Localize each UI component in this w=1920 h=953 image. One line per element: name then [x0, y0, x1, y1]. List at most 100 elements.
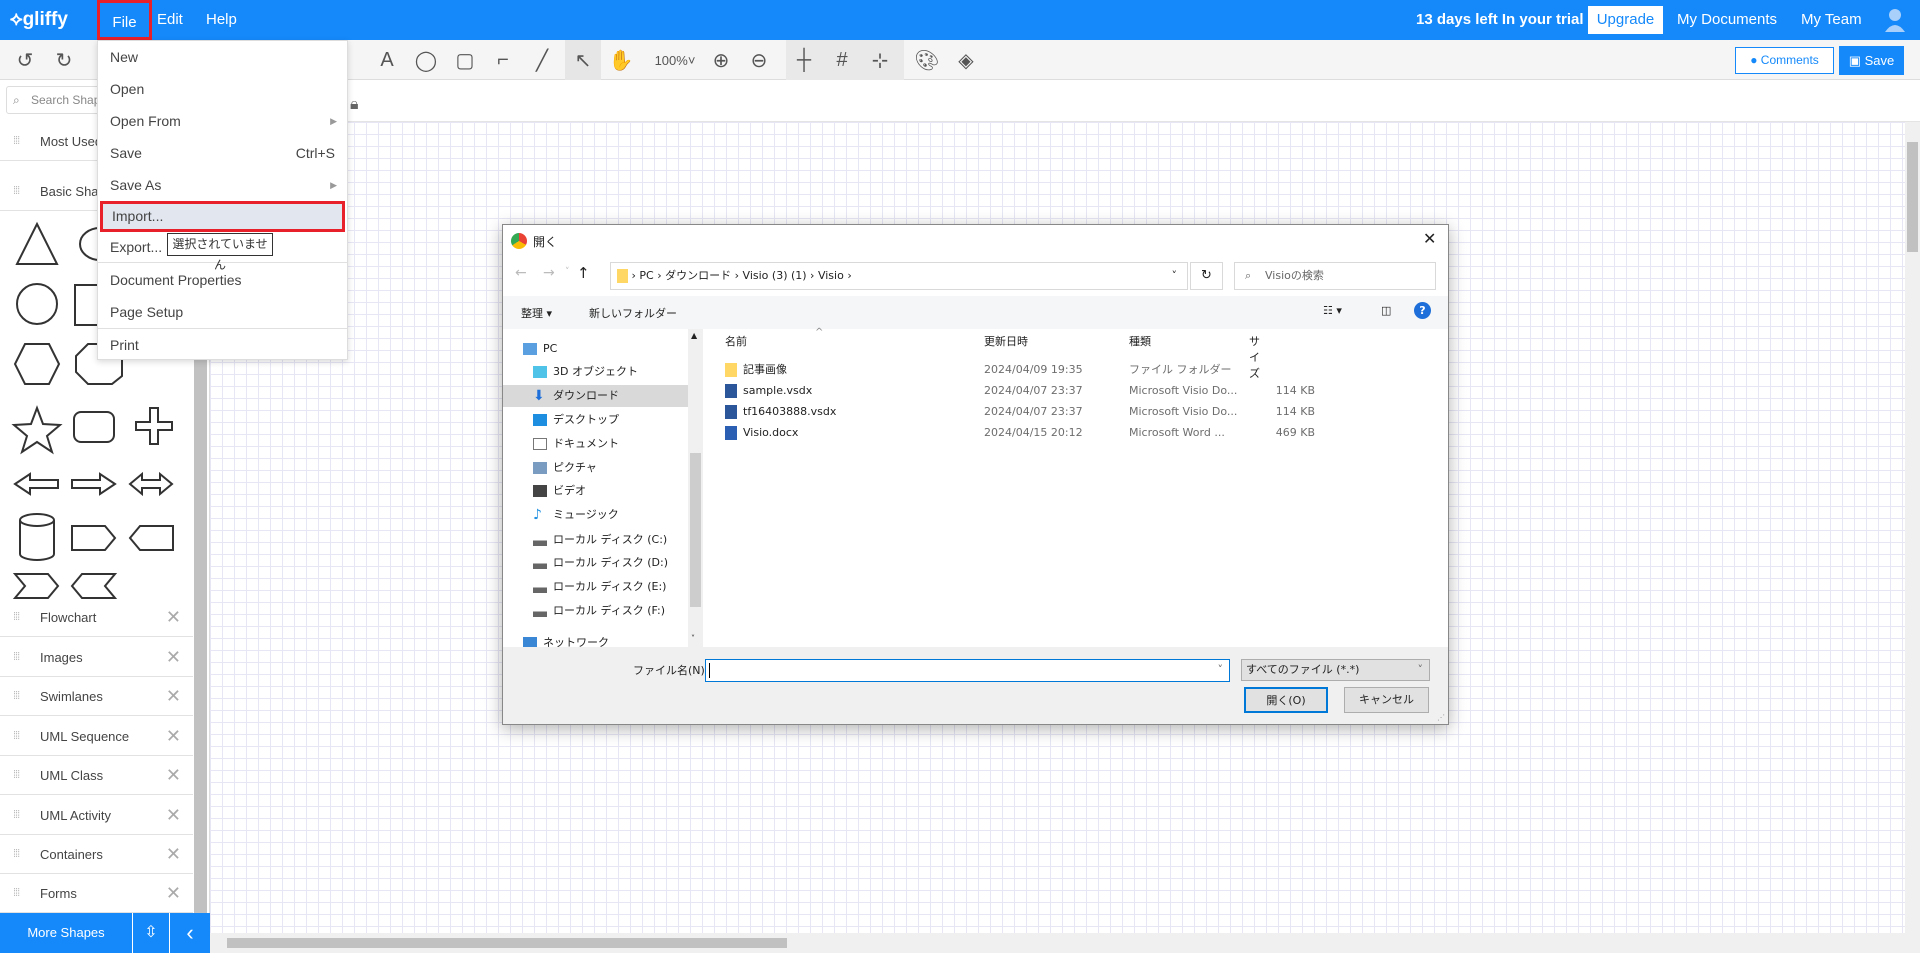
- menu-item-open-from[interactable]: Open From ▶: [98, 106, 347, 136]
- file-row[interactable]: tf16403888.vsdx 2024/04/07 23:37 Microsoft…: [705, 402, 1315, 422]
- horizontal-scrollbar[interactable]: [210, 933, 1920, 953]
- connector-tool-icon[interactable]: ⌐: [488, 46, 518, 74]
- gliffy-logo[interactable]: ⟡gliffy: [10, 0, 68, 40]
- preview-pane-icon[interactable]: ◫: [1381, 304, 1391, 317]
- lock-icon[interactable]: 🔒︎: [350, 96, 359, 114]
- refresh-icon[interactable]: ↻: [1190, 262, 1223, 290]
- my-team-link[interactable]: My Team: [1801, 0, 1862, 40]
- nav-disk-e[interactable]: ローカル ディスク (E:): [533, 576, 666, 598]
- close-icon[interactable]: ✕: [166, 756, 181, 795]
- menu-item-open[interactable]: Open: [98, 74, 347, 104]
- rectangle-tool-icon[interactable]: ▢: [450, 46, 480, 74]
- up-icon[interactable]: ↑: [577, 264, 590, 282]
- close-icon[interactable]: ✕: [166, 835, 181, 874]
- nav-disk-c[interactable]: ローカル ディスク (C:): [533, 529, 667, 551]
- forward-icon[interactable]: →: [543, 265, 555, 281]
- snap-icon[interactable]: ⊹: [865, 46, 895, 74]
- file-type-select[interactable]: すべてのファイル (*.*) ˅: [1241, 659, 1430, 681]
- guides-icon[interactable]: ┼: [789, 46, 819, 74]
- section-uml-class[interactable]: ⁞⁞⁞ UML Class ✕: [0, 756, 193, 795]
- close-icon[interactable]: ✕: [166, 638, 181, 677]
- palette-icon[interactable]: 🎨︎: [912, 46, 942, 74]
- breadcrumb-pc[interactable]: PC: [639, 269, 653, 282]
- column-type[interactable]: 種類: [1129, 333, 1151, 349]
- layers-icon[interactable]: ◈: [951, 46, 981, 74]
- column-date[interactable]: 更新日時: [984, 333, 1028, 349]
- upgrade-button[interactable]: Upgrade: [1588, 6, 1663, 34]
- menu-item-import[interactable]: Import...: [100, 201, 345, 232]
- nav-3d-objects[interactable]: 3D オブジェクト: [533, 361, 638, 383]
- nav-documents[interactable]: ドキュメント: [533, 433, 619, 455]
- section-containers[interactable]: ⁞⁞⁞ Containers ✕: [0, 835, 193, 874]
- close-icon[interactable]: ✕: [166, 874, 181, 913]
- grid-icon[interactable]: #: [827, 46, 857, 74]
- search-folder-input[interactable]: ⌕ Visioの検索: [1234, 262, 1436, 290]
- nav-downloads[interactable]: ⬇ ダウンロード: [533, 385, 619, 407]
- nav-disk-f[interactable]: ローカル ディスク (F:): [533, 600, 665, 622]
- nav-scrollbar[interactable]: ▲ ˅: [688, 329, 703, 647]
- cancel-button[interactable]: キャンセル: [1344, 687, 1429, 713]
- filename-input[interactable]: ˅: [705, 659, 1230, 682]
- menu-item-save-as[interactable]: Save As ▶: [98, 170, 347, 200]
- redo-icon[interactable]: ↻: [49, 46, 79, 74]
- back-icon[interactable]: ←: [515, 265, 527, 281]
- text-tool-icon[interactable]: A: [372, 46, 402, 74]
- save-button[interactable]: ▣ Save: [1839, 46, 1904, 75]
- nav-pc[interactable]: PC: [523, 338, 557, 360]
- column-name[interactable]: 名前: [725, 333, 747, 349]
- sidebar-scrollbar[interactable]: [194, 270, 207, 950]
- menu-item-print[interactable]: Print: [98, 330, 347, 360]
- nav-pictures[interactable]: ピクチャ: [533, 457, 597, 479]
- chevron-down-icon[interactable]: ˅: [1172, 263, 1178, 289]
- close-icon[interactable]: ✕: [1423, 229, 1436, 248]
- avatar-icon[interactable]: [1884, 8, 1906, 32]
- file-row[interactable]: Visio.docx 2024/04/15 20:12 Microsoft Word…: [705, 423, 1315, 443]
- ellipse-tool-icon[interactable]: ◯: [411, 46, 441, 74]
- open-button[interactable]: 開く(O): [1244, 687, 1328, 713]
- view-options-icon[interactable]: ☷ ▾: [1323, 304, 1342, 317]
- hand-tool-icon[interactable]: ✋: [606, 46, 636, 74]
- zoom-in-icon[interactable]: ⊕: [706, 46, 736, 74]
- resize-grip-icon[interactable]: ⋰: [1437, 713, 1445, 722]
- more-shapes-button[interactable]: More Shapes: [0, 913, 132, 953]
- breadcrumb-visio[interactable]: Visio: [818, 269, 844, 282]
- close-icon[interactable]: ✕: [166, 677, 181, 716]
- nav-music[interactable]: ♪ ミュージック: [533, 504, 619, 526]
- section-forms[interactable]: ⁞⁞⁞ Forms ✕: [0, 874, 193, 913]
- close-icon[interactable]: ✕: [166, 796, 181, 835]
- menu-item-save[interactable]: Save Ctrl+S: [98, 138, 347, 168]
- breadcrumb-downloads[interactable]: ダウンロード: [665, 269, 731, 282]
- close-icon[interactable]: ✕: [166, 717, 181, 756]
- file-row[interactable]: 記事画像 2024/04/09 19:35 ファイル フォルダー: [705, 360, 1305, 380]
- menu-help[interactable]: Help: [206, 0, 237, 40]
- zoom-level-select[interactable]: 100% ˅: [650, 46, 700, 74]
- section-images[interactable]: ⁞⁞⁞ Images ✕: [0, 638, 193, 677]
- breadcrumb-visio-3-1[interactable]: Visio (3) (1): [743, 269, 807, 282]
- my-documents-link[interactable]: My Documents: [1677, 0, 1777, 40]
- vertical-scrollbar[interactable]: [1905, 122, 1920, 933]
- chevron-down-icon[interactable]: ˅: [1218, 663, 1224, 676]
- menu-edit[interactable]: Edit: [157, 0, 183, 40]
- file-row[interactable]: sample.vsdx 2024/04/07 23:37 Microsoft Vis…: [705, 381, 1315, 401]
- address-bar[interactable]: › PC › ダウンロード › Visio (3) (1) › Visio › …: [610, 262, 1188, 290]
- comments-button[interactable]: ● Comments: [1735, 47, 1834, 74]
- section-uml-sequence[interactable]: ⁞⁞⁞ UML Sequence ✕: [0, 717, 193, 756]
- organize-button[interactable]: 整理 ▾: [521, 305, 552, 321]
- menu-item-new[interactable]: New: [98, 42, 347, 72]
- close-icon[interactable]: ✕: [166, 598, 181, 637]
- pointer-tool-icon[interactable]: ↖: [565, 40, 601, 80]
- help-icon[interactable]: ?: [1414, 302, 1431, 319]
- section-uml-activity[interactable]: ⁞⁞⁞ UML Activity ✕: [0, 796, 193, 835]
- new-folder-button[interactable]: 新しいフォルダー: [589, 305, 677, 321]
- section-flowchart[interactable]: ⁞⁞⁞ Flowchart ✕: [0, 598, 193, 637]
- nav-disk-d[interactable]: ローカル ディスク (D:): [533, 552, 668, 574]
- nav-videos[interactable]: ビデオ: [533, 480, 586, 502]
- recent-dropdown-icon[interactable]: ˅: [565, 267, 570, 277]
- menu-file[interactable]: File: [97, 0, 152, 40]
- line-tool-icon[interactable]: ╱: [527, 46, 557, 74]
- zoom-out-icon[interactable]: ⊖: [744, 46, 774, 74]
- nav-desktop[interactable]: デスクトップ: [533, 409, 619, 431]
- collapse-all-icon[interactable]: ⇳: [133, 913, 169, 953]
- hide-sidebar-icon[interactable]: ‹: [170, 913, 210, 953]
- nav-network[interactable]: ネットワーク: [523, 632, 609, 647]
